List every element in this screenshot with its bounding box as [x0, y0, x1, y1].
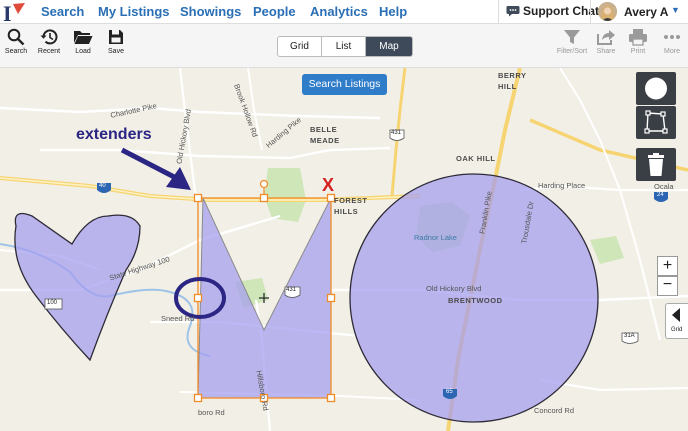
heart-boundary-shape[interactable] — [14, 212, 141, 362]
delete-shapes-button[interactable] — [636, 148, 676, 181]
save-label: Save — [108, 48, 124, 55]
draw-polygon-button[interactable] — [636, 106, 676, 139]
chevron-down-icon[interactable]: ▼ — [671, 5, 680, 15]
share-icon — [597, 30, 615, 45]
more-dots-icon — [664, 35, 680, 39]
load-button[interactable]: Load — [67, 28, 99, 55]
view-toggle: Grid List Map — [277, 36, 413, 57]
print-label: Print — [630, 48, 646, 55]
filter-icon — [564, 30, 580, 44]
label-oak-hill: OAK HILL — [456, 154, 496, 163]
recent-label: Recent — [37, 48, 61, 55]
support-chat-button[interactable]: Support Chat — [506, 4, 599, 18]
shield-100-label: 100 — [47, 300, 58, 306]
more-label: More — [664, 48, 680, 55]
search-tool-label: Search — [4, 48, 28, 55]
nav-my-listings[interactable]: My Listings — [98, 4, 170, 19]
nav-help[interactable]: Help — [379, 4, 407, 19]
svg-text:I: I — [3, 1, 12, 24]
avatar[interactable] — [598, 2, 617, 21]
more-button[interactable]: More — [656, 28, 688, 55]
label-berry-hill: BERRY HILL — [498, 71, 527, 91]
nav-people[interactable]: People — [253, 4, 296, 19]
floppy-disk-icon — [109, 30, 123, 44]
app-logo-icon[interactable]: I — [0, 0, 34, 26]
shield-431b-label: 431 — [286, 287, 297, 293]
search-listings-button[interactable]: Search Listings — [302, 74, 387, 95]
chat-bubble-icon — [506, 6, 520, 17]
grid-panel-tab[interactable]: Grid — [665, 303, 688, 339]
label-ocala: Ocala — [654, 182, 674, 191]
shield-i24-label: 24 — [657, 192, 664, 198]
nav-search[interactable]: Search — [41, 4, 84, 19]
folder-open-icon — [74, 31, 93, 44]
nav-analytics[interactable]: Analytics — [310, 4, 368, 19]
label-boro-rd: boro Rd — [198, 408, 225, 417]
park-area — [264, 168, 306, 222]
load-label: Load — [75, 48, 91, 55]
shield-431a-label: 431 — [391, 130, 402, 136]
recent-button[interactable]: Recent — [33, 28, 65, 55]
label-old-hickory-south: Old Hickory Blvd — [426, 284, 482, 293]
shield-i40-label: 40 — [99, 183, 106, 189]
road-harding-pike — [40, 146, 391, 160]
label-harding-place: Harding Place — [538, 181, 586, 190]
user-name[interactable]: Avery A — [624, 5, 668, 19]
history-icon — [40, 29, 58, 45]
search-tool-button[interactable]: Search — [0, 28, 32, 55]
filter-sort-button[interactable]: Filter/Sort — [555, 28, 589, 55]
draw-circle-button[interactable] — [636, 72, 676, 105]
grid-panel-tab-label: Grid — [671, 327, 683, 333]
nav-showings[interactable]: Showings — [180, 4, 241, 19]
map-base-layer[interactable] — [0, 68, 688, 431]
label-sneed-rd: Sneed Rd — [161, 314, 195, 323]
label-radnor-lake: Radnor Lake — [414, 233, 457, 242]
map-view-button[interactable]: Map — [366, 37, 412, 56]
nav-divider — [590, 0, 591, 24]
support-chat-label: Support Chat — [523, 4, 599, 18]
delete-shape-mark[interactable]: X — [322, 175, 334, 196]
zoom-out-button[interactable]: − — [657, 276, 678, 296]
nav-divider — [498, 0, 499, 24]
circle-draw-icon — [645, 77, 667, 100]
grid-view-button[interactable]: Grid — [278, 37, 322, 56]
rotation-handle[interactable] — [259, 179, 269, 189]
top-navigation: I Search My Listings Showings People Ana… — [0, 0, 688, 26]
label-forest-hills: FOREST HILLS — [334, 196, 368, 216]
park-area — [590, 236, 624, 264]
chevron-left-icon — [672, 308, 680, 322]
list-view-button[interactable]: List — [322, 37, 366, 56]
shield-31a-label: 31A — [624, 333, 635, 339]
label-belle-meade: BELLE MEADE — [310, 125, 340, 145]
share-label: Share — [596, 48, 616, 55]
zoom-in-button[interactable]: + — [657, 256, 678, 276]
save-button[interactable]: Save — [100, 28, 132, 55]
printer-icon — [629, 29, 647, 46]
trash-icon — [648, 153, 664, 176]
annotation-extenders-label: extenders — [76, 126, 152, 143]
polygon-draw-icon — [644, 110, 668, 134]
search-icon — [7, 28, 25, 46]
filter-sort-label: Filter/Sort — [556, 48, 588, 55]
label-brentwood: BRENTWOOD — [448, 296, 503, 305]
shield-i65-label: 65 — [446, 389, 453, 395]
share-button[interactable]: Share — [590, 28, 622, 55]
print-button[interactable]: Print — [622, 28, 654, 55]
label-concord: Concord Rd — [534, 406, 575, 415]
map-canvas[interactable]: 40 431 431 24 100 31A 65 Charlotte Pike … — [0, 68, 688, 431]
